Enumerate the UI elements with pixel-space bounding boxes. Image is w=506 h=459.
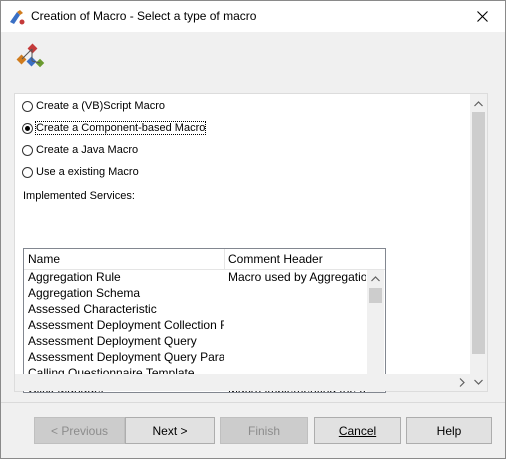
help-button[interactable]: Help [406, 417, 492, 444]
chevron-up-icon [474, 100, 483, 106]
finish-button[interactable]: Finish [220, 417, 308, 444]
scroll-right-button[interactable] [453, 374, 470, 391]
list-row[interactable]: Assessment Deployment Query [24, 334, 366, 350]
dialog-window: Creation of Macro - Select a type of mac… [0, 0, 506, 459]
macro-type-panel: Create a (VB)Script Macro Create a Compo… [14, 93, 488, 393]
cancel-label: Cancel [338, 423, 377, 438]
option-vbscript-macro[interactable]: Create a (VB)Script Macro [22, 98, 165, 114]
window-title: Creation of Macro - Select a type of mac… [31, 9, 257, 23]
column-divider[interactable] [224, 249, 225, 269]
radio-button[interactable] [22, 144, 33, 156]
chevron-up-icon [371, 275, 380, 281]
list-row[interactable]: Aggregation Schema [24, 286, 366, 302]
list-row[interactable]: Assessed Characteristic [24, 302, 366, 318]
row-name: Assessed Characteristic [28, 302, 157, 316]
services-list[interactable]: Name Comment Header Aggregation Rule Macr… [23, 248, 386, 393]
macro-header-icon [16, 43, 45, 68]
radio-button[interactable] [22, 100, 33, 112]
next-button[interactable]: Next > [125, 417, 215, 444]
row-name: Assessment Deployment Collection F [28, 318, 224, 332]
row-name: Assessment Deployment Query Parar [28, 350, 224, 364]
option-label: Create a Java Macro [36, 144, 139, 156]
panel-horizontal-scrollbar[interactable] [15, 374, 470, 391]
radio-button[interactable] [22, 166, 33, 178]
previous-button[interactable]: < Previous [34, 417, 125, 444]
panel-vertical-scrollbar[interactable] [470, 94, 487, 391]
scroll-thumb[interactable] [472, 112, 485, 354]
scroll-up-button[interactable] [367, 270, 384, 287]
option-existing-macro[interactable]: Use a existing Macro [22, 164, 139, 180]
column-header-name[interactable]: Name [28, 252, 60, 266]
scroll-down-button[interactable] [470, 373, 487, 390]
list-row[interactable]: Assessment Deployment Query Parar [24, 350, 366, 366]
row-name: Aggregation Rule [28, 270, 121, 284]
footer-divider [1, 402, 505, 403]
chevron-right-icon [459, 378, 465, 387]
column-header-comment[interactable]: Comment Header [228, 252, 323, 266]
chevron-down-icon [474, 379, 483, 385]
row-name: Assessment Deployment Query [28, 334, 197, 348]
list-header: Name Comment Header [24, 249, 385, 270]
list-row[interactable]: Aggregation Rule Macro used by Aggregatio [24, 270, 366, 286]
scroll-thumb[interactable] [369, 288, 382, 303]
macro-wizard-icon [10, 10, 25, 25]
row-comment: Macro used by Aggregatio [228, 270, 366, 284]
option-java-macro[interactable]: Create a Java Macro [22, 142, 138, 158]
close-icon [476, 11, 488, 22]
option-label: Use a existing Macro [36, 166, 139, 178]
scroll-up-button[interactable] [470, 95, 487, 112]
option-label: Create a (VB)Script Macro [36, 100, 165, 112]
cancel-button[interactable]: Cancel [314, 417, 401, 444]
option-component-macro[interactable]: Create a Component-based Macro [22, 120, 207, 136]
scroll-left-button[interactable] [15, 374, 32, 391]
list-row[interactable]: Assessment Deployment Collection F [24, 318, 366, 334]
radio-button[interactable] [22, 122, 33, 134]
option-label: Create a Component-based Macro [34, 121, 207, 135]
close-button[interactable] [459, 1, 505, 32]
title-bar: Creation of Macro - Select a type of mac… [1, 1, 505, 32]
row-name: Aggregation Schema [28, 286, 141, 300]
implemented-services-label: Implemented Services: [23, 190, 135, 202]
